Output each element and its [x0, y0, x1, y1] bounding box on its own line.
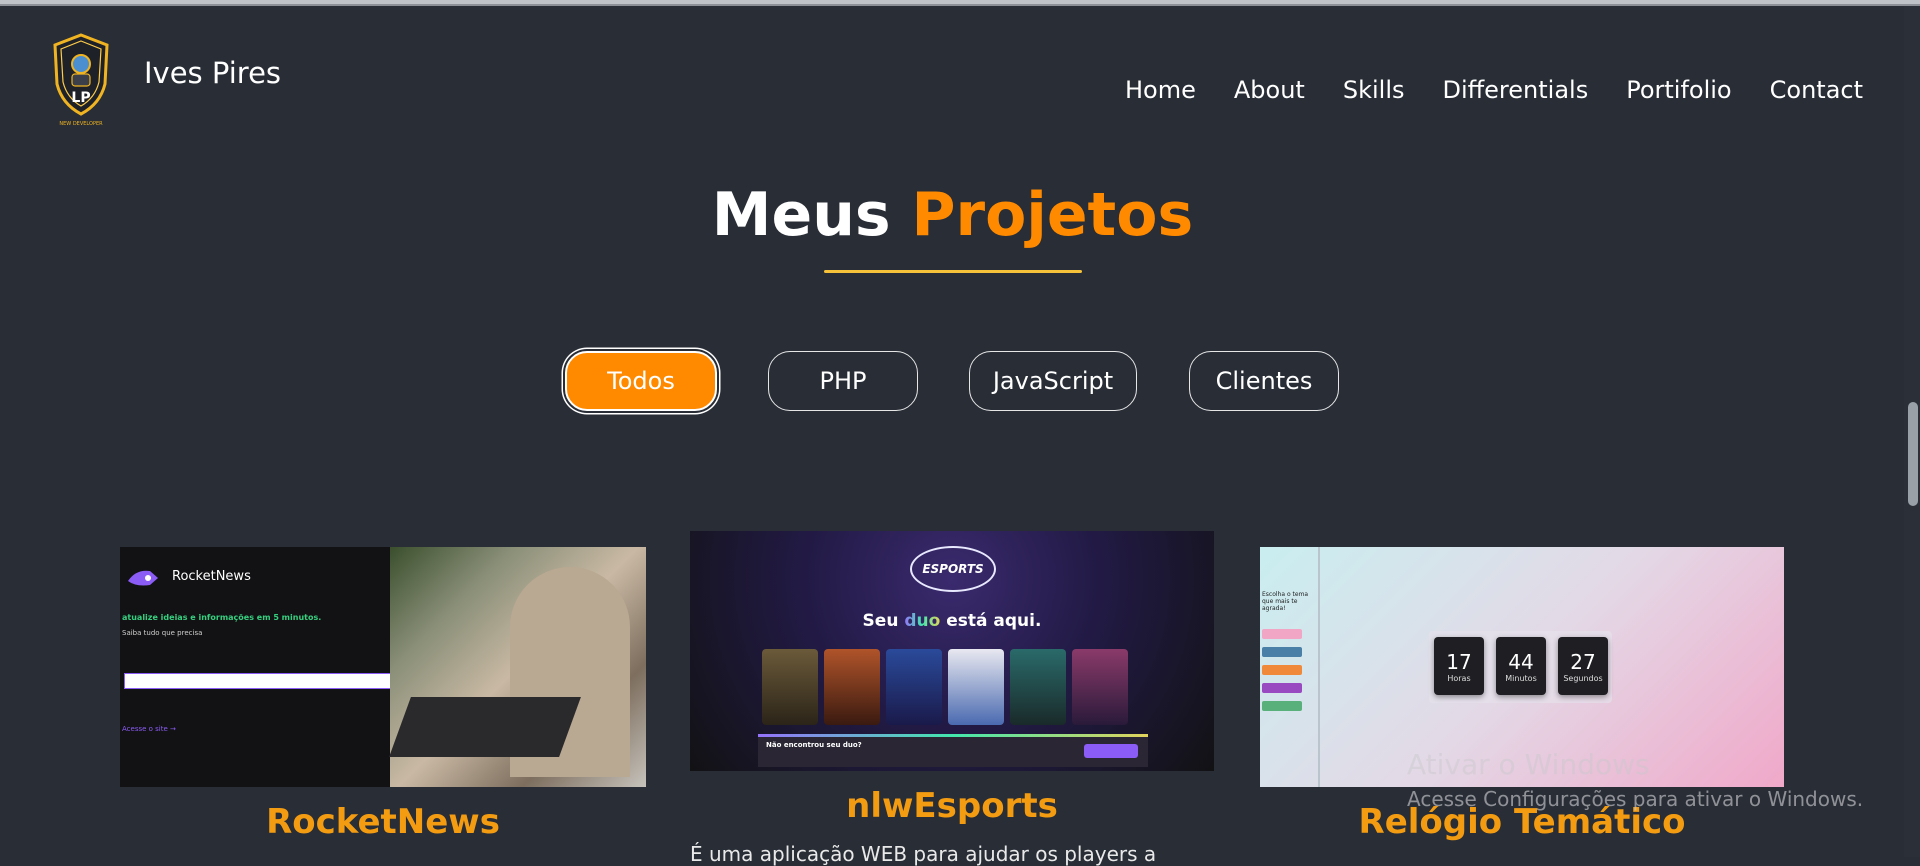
nlw-cta-bar: Não encontrou seu duo?: [758, 734, 1148, 767]
scrollbar-thumb[interactable]: [1908, 402, 1918, 506]
rocketnews-brand: RocketNews: [172, 569, 251, 584]
rocket-icon: [128, 570, 158, 586]
project-filters: Todos PHP JavaScript Clientes: [0, 351, 1920, 411]
theme-sidebar-title: Escolha o tema que mais te agrada!: [1262, 591, 1309, 612]
theme-pill-rosa: [1262, 629, 1302, 639]
filter-javascript-button[interactable]: JavaScript: [969, 351, 1137, 411]
nlw-headline: Seu duo está aqui.: [690, 611, 1214, 631]
section-title-part1: Meus: [711, 180, 891, 250]
nlw-headline-duo: duo: [904, 611, 941, 631]
game-card-lol: [1072, 649, 1128, 725]
nlw-cta-title: Não encontrou seu duo?: [766, 741, 862, 749]
clock-minutes-value: 44: [1508, 649, 1534, 674]
nlw-publish-button: [1084, 744, 1138, 758]
clock-seconds-value: 27: [1570, 649, 1596, 674]
clock-hours: 17 Horas: [1434, 637, 1484, 695]
theme-sidebar: Escolha o tema que mais te agrada!: [1260, 547, 1320, 787]
title-underline: [824, 270, 1082, 273]
nav-home[interactable]: Home: [1125, 76, 1196, 104]
theme-pill-laranja: [1262, 665, 1302, 675]
theme-pill-roxo: [1262, 683, 1302, 693]
rocketnews-link: Acesse o site →: [122, 725, 176, 733]
brand-name[interactable]: Ives Pires: [144, 56, 281, 90]
project-title-rocketnews[interactable]: RocketNews: [120, 802, 646, 842]
main-nav: Home About Skills Differentials Portifol…: [1125, 76, 1863, 104]
section-title-part2: Projetos: [911, 180, 1194, 250]
nlw-headline-c: está aqui.: [946, 611, 1042, 631]
clock-seconds: 27 Segundos: [1558, 637, 1608, 695]
shield-logo-icon: LP NEW DEVELOPER: [53, 33, 109, 127]
game-card-dota2: [824, 649, 880, 725]
nav-contact[interactable]: Contact: [1770, 76, 1863, 104]
filter-clientes-button[interactable]: Clientes: [1189, 351, 1339, 411]
game-card-valorant: [762, 649, 818, 725]
theme-pill-azul: [1262, 647, 1302, 657]
laptop-shape: [389, 697, 581, 757]
rocketnews-photo: [389, 547, 646, 787]
rocketnews-headline: atualize ideias e informações em 5 minut…: [122, 613, 322, 622]
project-thumbnail-rocketnews[interactable]: RocketNews atualize ideias e informações…: [120, 547, 646, 787]
project-title-nlwesports[interactable]: nlwEsports: [690, 786, 1214, 826]
filter-php-button[interactable]: PHP: [768, 351, 918, 411]
filter-todos-button[interactable]: Todos: [565, 351, 717, 411]
page-scrollbar[interactable]: [1904, 6, 1920, 857]
nav-about[interactable]: About: [1234, 76, 1305, 104]
rocketnews-landing-panel: RocketNews atualize ideias e informações…: [120, 547, 418, 787]
project-thumbnail-nlwesports[interactable]: ESPORTS Seu duo está aqui. Não encontrou…: [690, 531, 1214, 771]
nlw-headline-a: Seu: [862, 611, 899, 631]
clock-minutes-label: Minutos: [1505, 673, 1537, 683]
svg-text:NEW DEVELOPER: NEW DEVELOPER: [59, 121, 103, 127]
site-header: LP NEW DEVELOPER Ives Pires Home About S…: [0, 6, 1920, 136]
nav-portfolio[interactable]: Portifolio: [1626, 76, 1731, 104]
svg-text:LP: LP: [71, 90, 90, 106]
nav-skills[interactable]: Skills: [1343, 76, 1405, 104]
game-card-fifa: [948, 649, 1004, 725]
clock-seconds-label: Segundos: [1563, 673, 1603, 683]
windows-activation-text: Acesse Configurações para ativar o Windo…: [1407, 787, 1864, 811]
nav-differentials[interactable]: Differentials: [1442, 76, 1588, 104]
windows-activation-title: Ativar o Windows: [1407, 748, 1650, 781]
site-logo[interactable]: LP NEW DEVELOPER: [48, 32, 114, 128]
theme-pill-verde: [1262, 701, 1302, 711]
rocketnews-hint: Saiba tudo que precisa: [122, 629, 203, 637]
game-card-rocket-league: [886, 649, 942, 725]
clock-minutes: 44 Minutos: [1496, 637, 1546, 695]
clock-hours-value: 17: [1446, 649, 1472, 674]
project-desc-nlwesports: É uma aplicação WEB para ajudar os playe…: [690, 842, 1157, 866]
game-card-apex: [1010, 649, 1066, 725]
clock-hours-label: Horas: [1447, 673, 1471, 683]
section-title: Meus Projetos: [0, 180, 1905, 250]
esports-logo: ESPORTS: [910, 546, 996, 592]
rocketnews-email-field: [124, 673, 404, 689]
